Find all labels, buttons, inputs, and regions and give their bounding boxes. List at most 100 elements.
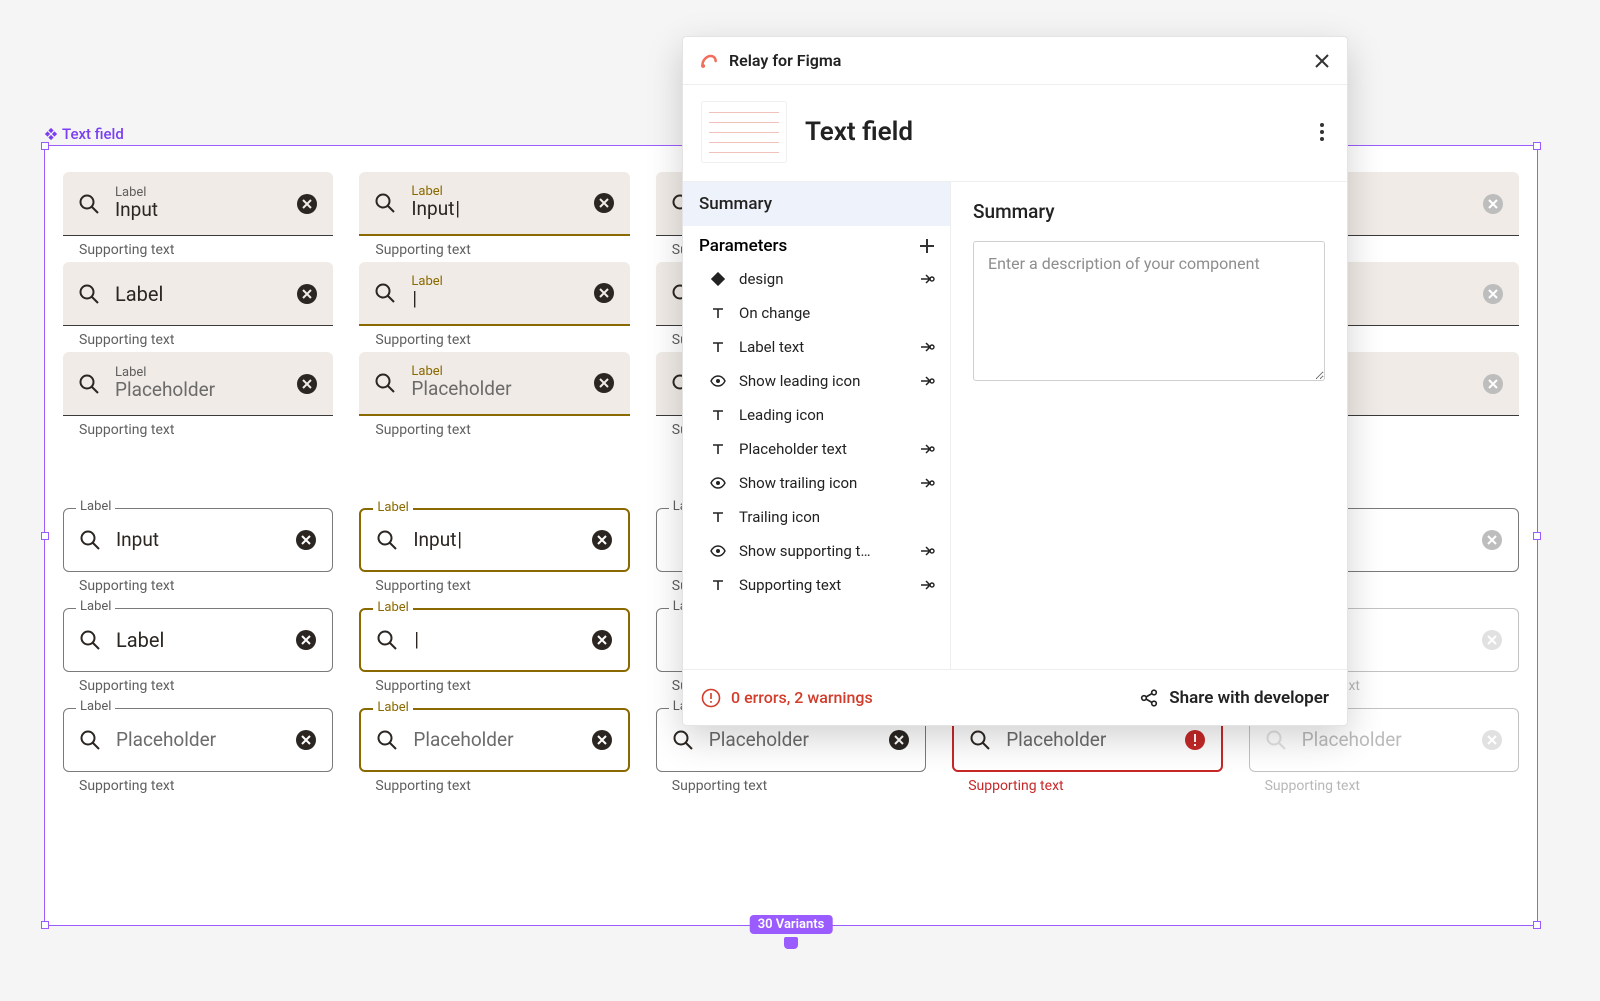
parameter-row[interactable]: Show trailing icon: [683, 466, 950, 500]
clear-icon[interactable]: [592, 191, 616, 215]
errors-warnings-status[interactable]: 0 errors, 2 warnings: [701, 688, 873, 708]
textfield-value: Input: [115, 199, 281, 222]
textfield-variant[interactable]: Label Label Supporting text: [63, 608, 333, 694]
alert-icon: [701, 688, 721, 708]
component-badge-icon: [44, 127, 58, 141]
clear-icon[interactable]: [1481, 282, 1505, 306]
textfield-variant[interactable]: Label Supporting text: [359, 608, 629, 694]
textfield-variant[interactable]: LabelPlaceholder Supporting text: [63, 352, 333, 438]
textfield-value: [413, 629, 575, 652]
text-icon: [709, 340, 727, 354]
parameter-row[interactable]: Label text: [683, 330, 950, 364]
parameter-label: Placeholder text: [739, 440, 906, 458]
textfield-variant[interactable]: Label Input Supporting text: [63, 508, 333, 594]
textfield-label: Label: [115, 282, 281, 306]
clear-icon[interactable]: [295, 192, 319, 216]
textfield-placeholder: Placeholder: [411, 378, 577, 401]
search-icon: [1264, 728, 1288, 752]
add-parameter-icon[interactable]: [918, 237, 936, 255]
text-icon: [709, 510, 727, 524]
textfield-variant[interactable]: Label Placeholder Supporting text: [359, 708, 629, 794]
textfield-variant[interactable]: Label Supporting text: [359, 262, 629, 348]
textfield-supporting: Supporting text: [63, 326, 333, 348]
parameter-row[interactable]: design: [683, 262, 950, 296]
textfield-variant[interactable]: LabelInput Supporting text: [359, 172, 629, 258]
selection-handle[interactable]: [41, 142, 49, 150]
clear-icon[interactable]: [590, 528, 614, 552]
textfield-variant[interactable]: Label Input Supporting text: [359, 508, 629, 594]
selection-handle[interactable]: [1533, 921, 1541, 929]
clear-icon[interactable]: [295, 372, 319, 396]
textfield-supporting: Supporting text: [63, 236, 333, 258]
component-description-input[interactable]: [973, 241, 1325, 381]
clear-icon: [1480, 728, 1504, 752]
search-icon: [77, 282, 101, 306]
clear-icon[interactable]: [1480, 628, 1504, 652]
textfield-variant[interactable]: Label Supporting text: [63, 262, 333, 348]
share-label: Share with developer: [1169, 688, 1329, 708]
interaction-arrow-icon: [918, 374, 936, 388]
relay-logo-icon: [699, 51, 719, 71]
interaction-arrow-icon: [918, 442, 936, 456]
textfield-supporting: Supporting text: [63, 672, 333, 694]
panel-header: Relay for Figma: [683, 37, 1347, 85]
search-icon: [373, 371, 397, 395]
clear-icon[interactable]: [1481, 372, 1505, 396]
textfield-variant[interactable]: Label Placeholder Supporting text: [63, 708, 333, 794]
search-icon: [375, 628, 399, 652]
clear-icon[interactable]: [590, 728, 614, 752]
parameter-row[interactable]: Leading icon: [683, 398, 950, 432]
textfield-variant[interactable]: LabelPlaceholder Supporting text: [359, 352, 629, 438]
selection-handle[interactable]: [41, 532, 49, 540]
clear-icon[interactable]: [592, 281, 616, 305]
textfield-supporting: Supporting text: [1249, 772, 1519, 794]
parameter-row[interactable]: Show supporting t…: [683, 534, 950, 568]
text-icon: [709, 442, 727, 456]
textfield-variant[interactable]: LabelInput Supporting text: [63, 172, 333, 258]
search-icon: [373, 191, 397, 215]
parameter-row[interactable]: Placeholder text: [683, 432, 950, 466]
clear-icon[interactable]: [294, 528, 318, 552]
clear-icon[interactable]: [295, 282, 319, 306]
clear-icon[interactable]: [592, 371, 616, 395]
textfield-label: Label: [76, 699, 115, 714]
panel-title: Relay for Figma: [729, 51, 1303, 70]
clear-icon[interactable]: [294, 728, 318, 752]
textfield-placeholder: Placeholder: [116, 729, 280, 752]
interaction-arrow-icon: [918, 578, 936, 592]
interaction-arrow-icon: [918, 272, 936, 286]
selection-handle[interactable]: [41, 921, 49, 929]
component-frame-label-text: Text field: [62, 125, 124, 143]
textfield-supporting: Supporting text: [63, 416, 333, 438]
sidebar-item-summary[interactable]: Summary: [683, 182, 950, 226]
close-icon[interactable]: [1313, 52, 1331, 70]
diamond-icon: [709, 272, 727, 286]
search-icon: [375, 528, 399, 552]
selection-handle[interactable]: [1533, 532, 1541, 540]
eye-icon: [709, 477, 727, 489]
clear-icon[interactable]: [887, 728, 911, 752]
textfield-label: Label: [76, 499, 115, 514]
eye-icon: [709, 375, 727, 387]
parameter-row[interactable]: Supporting text: [683, 568, 950, 602]
selection-handle[interactable]: [1533, 142, 1541, 150]
component-thumbnail: [701, 101, 787, 163]
textfield-supporting: Supporting text: [359, 772, 629, 794]
clear-icon[interactable]: [294, 628, 318, 652]
clear-icon[interactable]: [1481, 192, 1505, 216]
share-with-developer-button[interactable]: Share with developer: [1139, 688, 1329, 708]
variants-badge-handle[interactable]: [784, 937, 798, 949]
parameter-row[interactable]: On change: [683, 296, 950, 330]
textfield-value: Input: [411, 198, 577, 221]
textfield-placeholder: Placeholder: [115, 379, 281, 402]
kebab-menu-icon[interactable]: [1315, 118, 1329, 146]
parameter-row[interactable]: Trailing icon: [683, 500, 950, 534]
parameter-row[interactable]: Show leading icon: [683, 364, 950, 398]
clear-icon[interactable]: [590, 628, 614, 652]
textfield-supporting: Supporting text: [63, 572, 333, 594]
textfield-placeholder: Placeholder: [1006, 729, 1168, 752]
search-icon: [77, 372, 101, 396]
clear-icon[interactable]: [1480, 528, 1504, 552]
parameter-label: Show leading icon: [739, 372, 906, 390]
search-icon: [78, 728, 102, 752]
